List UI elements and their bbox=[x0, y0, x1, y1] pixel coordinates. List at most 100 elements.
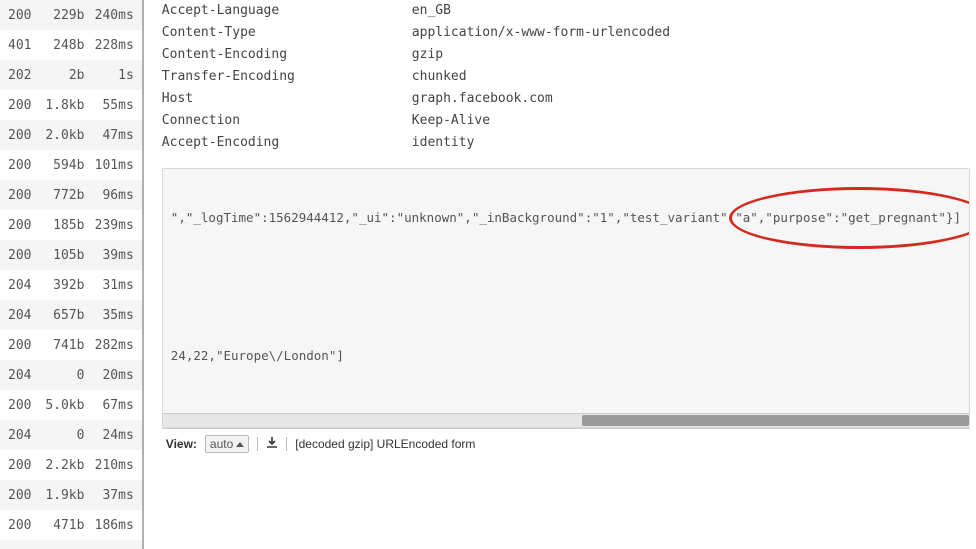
response-time: 24ms bbox=[90, 428, 137, 443]
request-row[interactable]: 200185b239ms bbox=[0, 210, 142, 240]
header-row: Accept-Languageen_GB bbox=[162, 0, 970, 22]
request-list[interactable]: 200229b240ms401248b228ms2022b1s2001.8kb5… bbox=[0, 0, 144, 549]
request-detail: Accept-Languageen_GBContent-Typeapplicat… bbox=[144, 0, 976, 549]
request-row[interactable]: 2002.0kb47ms bbox=[0, 120, 142, 150]
status-code: 204 bbox=[4, 308, 39, 323]
request-row[interactable]: 200594b101ms bbox=[0, 150, 142, 180]
response-size: 2b bbox=[39, 68, 91, 83]
body-line: ","_logTime":1562944412,"_ui":"unknown",… bbox=[171, 209, 961, 227]
decoded-label: [decoded gzip] URLEncoded form bbox=[295, 437, 475, 451]
header-value: en_GB bbox=[412, 0, 970, 22]
request-row[interactable]: 204657b35ms bbox=[0, 300, 142, 330]
header-row: Accept-Encodingidentity bbox=[162, 132, 970, 154]
response-size: 657b bbox=[39, 308, 91, 323]
header-name: Connection bbox=[162, 110, 412, 132]
response-body-panel[interactable]: ","_logTime":1562944412,"_ui":"unknown",… bbox=[162, 168, 970, 428]
response-size: 772b bbox=[39, 188, 91, 203]
divider bbox=[286, 437, 287, 451]
response-time: 31ms bbox=[90, 278, 137, 293]
response-body: ","_logTime":1562944412,"_ui":"unknown",… bbox=[163, 169, 969, 373]
status-code: 200 bbox=[4, 8, 39, 23]
request-row[interactable]: 204020ms bbox=[0, 360, 142, 390]
status-code: 200 bbox=[4, 248, 39, 263]
header-row: Hostgraph.facebook.com bbox=[162, 88, 970, 110]
response-time: 55ms bbox=[90, 98, 137, 113]
request-row[interactable]: 2022b1s bbox=[0, 60, 142, 90]
status-code: 200 bbox=[4, 488, 39, 503]
response-time: 39ms bbox=[90, 248, 137, 263]
status-code: 200 bbox=[4, 398, 39, 413]
request-row[interactable]: 200229b240ms bbox=[0, 0, 142, 30]
request-row[interactable]: 2001.9kb37ms bbox=[0, 480, 142, 510]
header-value: identity bbox=[412, 132, 970, 154]
response-size: 0 bbox=[39, 368, 91, 383]
download-icon[interactable] bbox=[266, 437, 278, 452]
header-name: Accept-Language bbox=[162, 0, 412, 22]
response-time: 1s bbox=[90, 68, 137, 83]
divider bbox=[257, 437, 258, 451]
header-name: Content-Type bbox=[162, 22, 412, 44]
header-row: ConnectionKeep-Alive bbox=[162, 110, 970, 132]
response-time: 37ms bbox=[90, 488, 137, 503]
request-row[interactable]: 2001.8kb55ms bbox=[0, 90, 142, 120]
request-row[interactable]: 2002.2kb210ms bbox=[0, 450, 142, 480]
response-size: 392b bbox=[39, 278, 91, 293]
http-headers: Accept-Languageen_GBContent-Typeapplicat… bbox=[162, 0, 970, 162]
header-name: Host bbox=[162, 88, 412, 110]
status-code: 200 bbox=[4, 518, 39, 533]
request-row[interactable]: 204392b31ms bbox=[0, 270, 142, 300]
header-row: Content-Typeapplication/x-www-form-urlen… bbox=[162, 22, 970, 44]
response-size: 5.0kb bbox=[39, 398, 91, 413]
response-size: 594b bbox=[39, 158, 91, 173]
status-code: 401 bbox=[4, 38, 39, 53]
status-code: 200 bbox=[4, 458, 39, 473]
view-mode-selector[interactable]: auto bbox=[205, 435, 249, 453]
status-code: 200 bbox=[4, 158, 39, 173]
status-code: 200 bbox=[4, 188, 39, 203]
header-name: Accept-Encoding bbox=[162, 132, 412, 154]
response-time: 96ms bbox=[90, 188, 137, 203]
response-time: 228ms bbox=[90, 38, 137, 53]
request-row[interactable]: 2005.0kb67ms bbox=[0, 390, 142, 420]
header-value: gzip bbox=[412, 44, 970, 66]
request-row[interactable]: 200471b186ms bbox=[0, 510, 142, 540]
header-row: Transfer-Encodingchunked bbox=[162, 66, 970, 88]
request-row[interactable]: 200741b282ms bbox=[0, 330, 142, 360]
status-code: 204 bbox=[4, 368, 39, 383]
request-row[interactable]: 200772b96ms bbox=[0, 180, 142, 210]
request-row[interactable]: 200105b39ms bbox=[0, 240, 142, 270]
status-code: 202 bbox=[4, 68, 39, 83]
header-row: Content-Encodinggzip bbox=[162, 44, 970, 66]
status-code: 200 bbox=[4, 98, 39, 113]
header-value: graph.facebook.com bbox=[412, 88, 970, 110]
header-value: chunked bbox=[412, 66, 970, 88]
response-time: 186ms bbox=[90, 518, 137, 533]
response-size: 0 bbox=[39, 428, 91, 443]
response-size: 2.0kb bbox=[39, 128, 91, 143]
response-time: 239ms bbox=[90, 218, 137, 233]
response-size: 1.8kb bbox=[39, 98, 91, 113]
request-row[interactable]: 204024ms bbox=[0, 420, 142, 450]
status-code: 200 bbox=[4, 128, 39, 143]
response-time: 47ms bbox=[90, 128, 137, 143]
response-size: 741b bbox=[39, 338, 91, 353]
response-size: 1.9kb bbox=[39, 488, 91, 503]
view-label: View: bbox=[166, 437, 197, 451]
response-size: 105b bbox=[39, 248, 91, 263]
header-name: Transfer-Encoding bbox=[162, 66, 412, 88]
body-line: 24,22,"Europe\/London"] bbox=[171, 347, 961, 365]
response-time: 240ms bbox=[90, 8, 137, 23]
horizontal-scrollbar[interactable] bbox=[163, 413, 969, 427]
request-row[interactable]: 401248b228ms bbox=[0, 30, 142, 60]
status-code: 204 bbox=[4, 428, 39, 443]
view-mode-text: auto bbox=[210, 437, 233, 451]
response-time: 35ms bbox=[90, 308, 137, 323]
response-size: 229b bbox=[39, 8, 91, 23]
request-row[interactable]: 2002.2kb272ms bbox=[0, 540, 142, 549]
response-time: 20ms bbox=[90, 368, 137, 383]
scrollbar-thumb[interactable] bbox=[582, 415, 969, 426]
chevron-up-icon bbox=[236, 442, 244, 447]
header-value: Keep-Alive bbox=[412, 110, 970, 132]
status-code: 204 bbox=[4, 278, 39, 293]
response-size: 2.2kb bbox=[39, 458, 91, 473]
